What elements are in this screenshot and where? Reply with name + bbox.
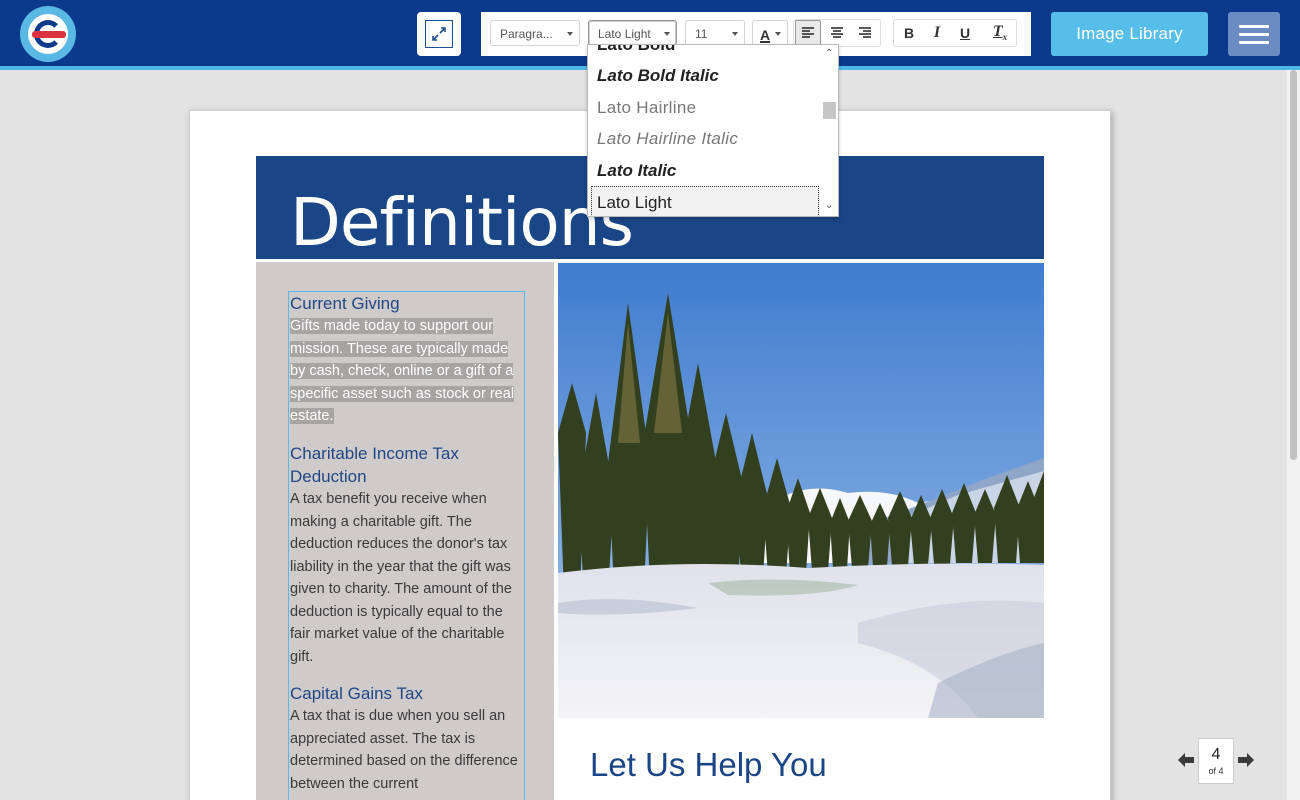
page-indicator: 4 of 4 — [1198, 738, 1234, 784]
text-color-icon: A — [760, 27, 771, 43]
font-option-lato-bold[interactable]: Lato Bold — [588, 45, 822, 60]
app-logo-icon[interactable] — [20, 6, 76, 62]
font-family-select[interactable]: Lato Light — [588, 20, 677, 46]
bold-button[interactable]: B — [896, 20, 922, 46]
paragraph-style-value: Paragra... — [500, 27, 553, 41]
font-option-lato-bold-italic[interactable]: Lato Bold Italic — [588, 60, 822, 91]
next-page-button[interactable] — [1235, 748, 1257, 772]
expand-arrows-icon — [425, 20, 453, 48]
hamburger-menu-button[interactable] — [1228, 12, 1280, 56]
paragraph-style-select[interactable]: Paragra... — [490, 20, 580, 46]
winter-landscape-image[interactable] — [558, 263, 1044, 718]
definition-text: A tax that is due when you sell an appre… — [290, 708, 518, 792]
definition-current-giving[interactable]: Current Giving Gifts made today to suppo… — [290, 292, 524, 428]
align-center-icon — [831, 27, 843, 38]
underline-button[interactable]: U — [952, 20, 978, 46]
chevron-down-icon — [567, 32, 573, 36]
italic-button[interactable]: I — [924, 20, 950, 46]
chevron-down-icon — [732, 32, 738, 36]
text-color-button[interactable]: A — [752, 20, 788, 46]
page-title[interactable]: Definitions — [290, 184, 634, 259]
definition-capital-gains-tax[interactable]: Capital Gains Tax A tax that is due when… — [290, 682, 524, 795]
definition-term: Capital Gains Tax — [290, 684, 423, 703]
font-family-value: Lato Light — [598, 27, 651, 41]
font-size-value: 11 — [695, 27, 708, 41]
font-option-lato-hairline[interactable]: Lato Hairline — [588, 92, 822, 123]
help-heading[interactable]: Let Us Help You — [590, 746, 827, 784]
current-page-number: 4 — [1211, 746, 1221, 763]
underline-icon: U — [959, 25, 971, 41]
image-library-button[interactable]: Image Library — [1051, 12, 1208, 56]
definition-charitable-income-tax-deduction[interactable]: Charitable Income Tax Deduction A tax be… — [290, 442, 524, 668]
font-size-select[interactable]: 11 — [685, 20, 745, 46]
chevron-down-icon — [775, 32, 781, 36]
italic-icon: I — [933, 24, 941, 41]
bold-icon: B — [903, 25, 915, 41]
align-right-icon — [859, 27, 871, 38]
dropdown-scroll-thumb[interactable] — [823, 102, 836, 119]
align-left-icon — [802, 27, 814, 38]
font-option-lato-italic[interactable]: Lato Italic — [588, 155, 822, 186]
chevron-down-icon — [664, 32, 670, 36]
align-left-button[interactable] — [795, 20, 821, 46]
definition-text-selected: Gifts made today to support our mission.… — [290, 318, 515, 424]
arrow-right-icon — [1238, 753, 1254, 767]
previous-page-button[interactable] — [1175, 748, 1197, 772]
font-option-lato-hairline-italic[interactable]: Lato Hairline Italic — [588, 123, 822, 154]
align-right-button[interactable] — [852, 20, 878, 46]
font-option-lato-light[interactable]: Lato Light — [591, 186, 819, 216]
arrow-left-icon — [1178, 753, 1194, 767]
clear-formatting-icon: Tx — [992, 23, 1008, 43]
dropdown-scrollbar[interactable]: ⌃ ⌄ — [821, 45, 838, 216]
align-center-button[interactable] — [824, 20, 850, 46]
fullscreen-toggle-button[interactable] — [417, 12, 461, 56]
chevron-down-icon[interactable]: ⌄ — [825, 200, 833, 211]
total-pages-label: of 4 — [1208, 766, 1224, 776]
definition-term: Charitable Income Tax Deduction — [290, 444, 459, 486]
page-scroll-thumb[interactable] — [1290, 70, 1297, 460]
definition-term: Current Giving — [290, 294, 400, 313]
hamburger-icon — [1239, 24, 1269, 28]
font-family-dropdown[interactable]: Lato Bold Lato Bold Italic Lato Hairline… — [587, 44, 839, 217]
definition-text: A tax benefit you receive when making a … — [290, 491, 512, 665]
page-scrollbar[interactable] — [1287, 70, 1300, 800]
chevron-up-icon[interactable]: ⌃ — [825, 48, 833, 59]
clear-formatting-button[interactable]: Tx — [987, 20, 1013, 46]
